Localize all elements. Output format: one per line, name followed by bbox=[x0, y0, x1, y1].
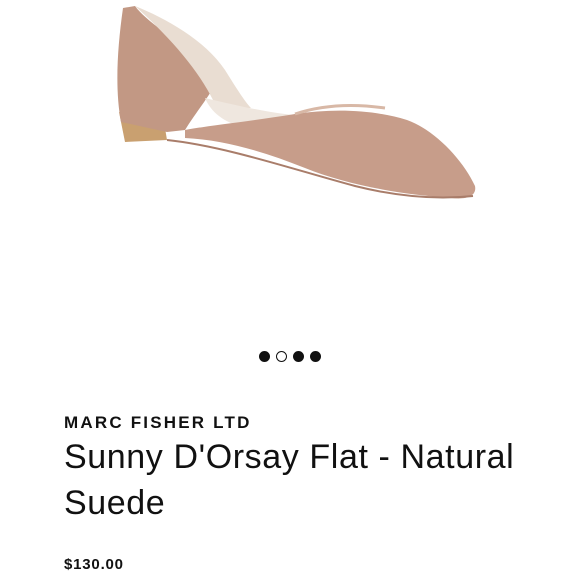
carousel-dot-3[interactable] bbox=[293, 351, 304, 362]
shoe-image bbox=[117, 6, 476, 199]
carousel-dot-1[interactable] bbox=[259, 351, 270, 362]
product-brand[interactable]: MARC FISHER LTD bbox=[64, 413, 252, 433]
product-price: $130.00 bbox=[64, 556, 124, 573]
carousel-dot-2-active[interactable] bbox=[276, 351, 287, 362]
image-carousel-indicator bbox=[0, 351, 580, 362]
product-image[interactable] bbox=[95, 0, 485, 225]
product-title: Sunny D'Orsay Flat - Natural Suede bbox=[64, 438, 515, 522]
carousel-dot-4[interactable] bbox=[310, 351, 321, 362]
